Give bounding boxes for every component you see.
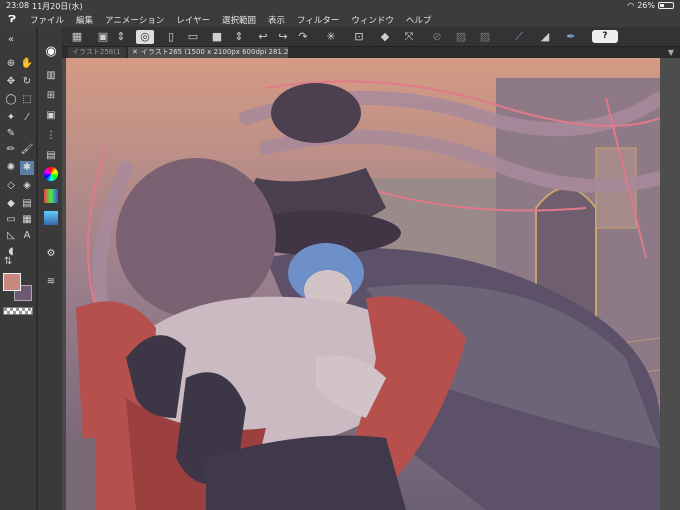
pencil-tool-icon[interactable]: ✏ [4, 143, 18, 157]
transform-icon[interactable]: ⤧ [402, 30, 416, 44]
color-swap-icon[interactable]: ⇅ [4, 256, 12, 267]
color-set-icon[interactable] [44, 211, 58, 225]
chevron-down-icon[interactable]: ▼ [668, 48, 674, 57]
status-bar: 23:08 11月20日(水) ◠ 26% [0, 0, 680, 12]
main-color-swatch[interactable] [3, 273, 21, 291]
tool-property-icon[interactable]: ▣ [44, 109, 58, 123]
pen-tool-icon[interactable]: ✎ [4, 127, 18, 141]
date: 11月20日(水) [32, 2, 83, 11]
undo-icon[interactable]: ↩ [256, 30, 270, 44]
erase-icon[interactable]: ◆ [378, 30, 392, 44]
color-palette-icon[interactable] [44, 189, 58, 203]
menu-help[interactable]: ヘルプ [400, 14, 438, 26]
menu-view[interactable]: 表示 [262, 14, 291, 26]
redo-icon[interactable]: ↪ [276, 30, 290, 44]
search-icon[interactable]: ◉ [44, 45, 58, 59]
eyedropper-icon[interactable]: ⁄ [20, 111, 34, 125]
lasso-icon[interactable]: ⊘ [430, 30, 444, 44]
brush-icon[interactable]: ✒ [564, 30, 578, 44]
menu-window[interactable]: ウィンドウ [345, 14, 400, 26]
frame-tool-icon[interactable]: ▦ [20, 213, 34, 227]
help-button[interactable]: ? [592, 30, 618, 43]
move-tool-icon[interactable]: ✥ [4, 75, 18, 89]
clock: 23:08 [6, 1, 30, 10]
pen-icon[interactable]: ⟋ [512, 30, 526, 44]
battery-percent: 26% [637, 1, 655, 10]
wifi-icon: ◠ [627, 1, 635, 10]
close-icon[interactable]: ✕ [132, 48, 138, 56]
menu-layer[interactable]: レイヤー [170, 14, 216, 26]
command-bar: ▦ ▣ ⇕ ◎ ▯ ▭ ■ ⇕ ↩ ↪ ↷ ✳ ⊡ ◆ ⤧ ⊘ ▨ ▧ ⟋ ◢ … [62, 27, 680, 47]
tool-panel: « ◉ ⊕ ✋ ✥ ↻ ◯ ⬚ ✦ ⁄ ✎ ✏ 🖌 ✺ ✱ ◇ ◈ ◆ ▤ ▭ … [0, 27, 62, 510]
updown-icon-2[interactable]: ⇕ [232, 30, 246, 44]
tab-label: イラスト258(1 [72, 48, 121, 56]
collapse-icon[interactable]: « [4, 33, 18, 47]
lasso-tool-icon[interactable]: ◯ [4, 93, 18, 107]
eraser-tool-icon[interactable]: ◇ [4, 179, 18, 193]
brush-tool-icon[interactable]: 🖌 [20, 143, 34, 157]
zoom-icon[interactable]: ⊡ [352, 30, 366, 44]
rotate-tool-icon[interactable]: ↻ [20, 75, 34, 89]
loading-icon[interactable]: ✳ [324, 30, 338, 44]
select-tool-icon[interactable]: ⬚ [20, 93, 34, 107]
app-logo[interactable]: Ɂ [0, 14, 24, 25]
grid-icon[interactable]: ▦ [70, 30, 84, 44]
text-tool-icon[interactable]: A [20, 229, 34, 243]
hand-tool-icon[interactable]: ✋ [20, 57, 34, 71]
new-file-icon[interactable]: ▯ [164, 30, 178, 44]
transparent-color-swatch[interactable] [3, 307, 33, 315]
save-icon[interactable]: ■ [210, 30, 224, 44]
ruler-tool-icon[interactable]: ◺ [4, 229, 18, 243]
perspective-icon[interactable]: ▧ [478, 30, 492, 44]
layer-property-icon[interactable]: ▥ [44, 69, 58, 83]
airbrush-tool-icon[interactable]: ✺ [4, 161, 18, 175]
blend-tool-icon[interactable]: ◈ [20, 179, 34, 193]
figure-tool-icon[interactable]: ▭ [4, 213, 18, 227]
eye-icon[interactable]: ◎ [136, 30, 154, 44]
decoration-tool-icon[interactable]: ✱ [20, 161, 34, 175]
wand-tool-icon[interactable]: ✦ [4, 111, 18, 125]
right-panel-edge [660, 58, 680, 510]
blend-icon[interactable]: ◢ [538, 30, 552, 44]
canvas-icon[interactable]: ▣ [96, 30, 110, 44]
zoom-tool-icon[interactable]: ⊕ [4, 57, 18, 71]
menu-bar: Ɂ ファイル 編集 アニメーション レイヤー 選択範囲 表示 フィルター ウィン… [0, 12, 680, 27]
redo-alt-icon[interactable]: ↷ [296, 30, 310, 44]
menu-edit[interactable]: 編集 [70, 14, 99, 26]
material-icon[interactable]: ⚙ [44, 247, 58, 261]
drawing-canvas[interactable] [66, 58, 660, 510]
artwork-illustration [66, 58, 660, 510]
panel-divider [36, 27, 38, 510]
tab-bar: イラスト258(1 ✕ イラスト265 (1500 x 2100px 600dpi… [62, 47, 680, 58]
tab-illust-265[interactable]: ✕ イラスト265 (1500 x 2100px 600dpi 281.2%) [128, 47, 288, 58]
battery-icon [658, 2, 674, 9]
color-wheel-icon[interactable] [44, 167, 58, 181]
tab-label: イラスト265 (1500 x 2100px 600dpi 281.2%) [140, 48, 288, 56]
fill-tool-icon[interactable]: ◆ [4, 197, 18, 211]
layer-icon[interactable]: ▤ [44, 149, 58, 163]
menu-file[interactable]: ファイル [24, 14, 70, 26]
brush-size-icon[interactable]: ⋮ [44, 129, 58, 143]
menu-animation[interactable]: アニメーション [99, 14, 170, 26]
menu-filter[interactable]: フィルター [291, 14, 345, 26]
open-folder-icon[interactable]: ▭ [186, 30, 200, 44]
sub-tool-icon[interactable]: ⊞ [44, 89, 58, 103]
layers-stack-icon[interactable]: ≋ [44, 275, 58, 289]
ruler-icon[interactable]: ▨ [454, 30, 468, 44]
updown-icon[interactable]: ⇕ [114, 30, 128, 44]
tab-illust-258[interactable]: イラスト258(1 [68, 47, 126, 58]
gradient-tool-icon[interactable]: ▤ [20, 197, 34, 211]
menu-selection[interactable]: 選択範囲 [216, 14, 262, 26]
